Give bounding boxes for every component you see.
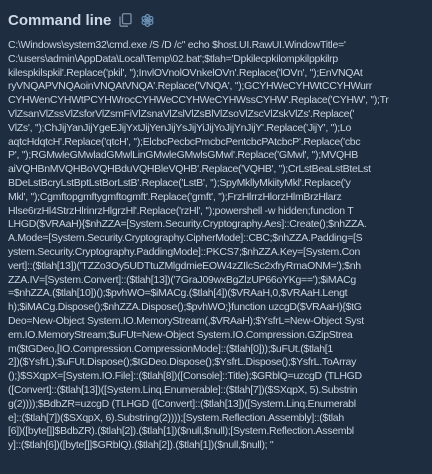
copy-icon[interactable] — [117, 12, 133, 28]
command-line-panel: Command line C:\Windows\system32\cmd.exe… — [0, 0, 432, 474]
panel-header: Command line — [8, 10, 155, 30]
command-line-text[interactable]: C:\Windows\system32\cmd.exe /S /D /c" ec… — [8, 39, 426, 453]
openai-icon[interactable] — [139, 12, 155, 28]
panel-title: Command line — [8, 11, 112, 29]
command-line-box[interactable]: C:\Windows\system32\cmd.exe /S /D /c" ec… — [8, 39, 426, 464]
